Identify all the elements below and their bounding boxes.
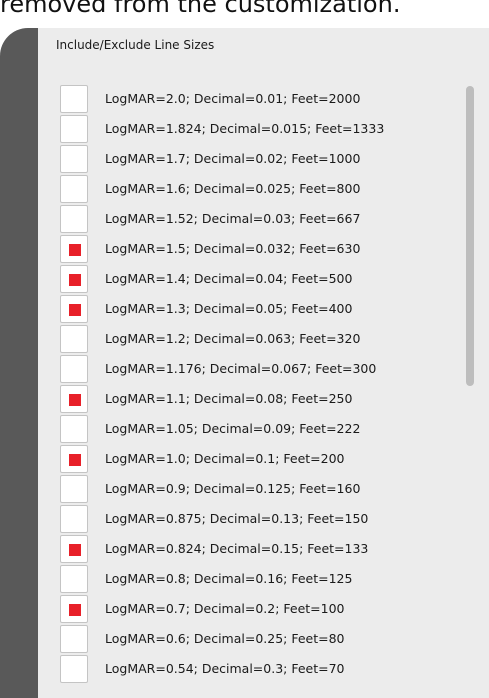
caption-text: removed from the customization.: [0, 0, 401, 18]
line-size-item[interactable]: LogMAR=0.8; Decimal=0.16; Feet=125: [60, 564, 450, 594]
scrollbar-track[interactable]: [466, 86, 476, 696]
checked-mark-icon: [69, 604, 81, 616]
line-size-item[interactable]: LogMAR=1.2; Decimal=0.063; Feet=320: [60, 324, 450, 354]
line-size-item[interactable]: LogMAR=1.05; Decimal=0.09; Feet=222: [60, 414, 450, 444]
line-size-item[interactable]: LogMAR=1.6; Decimal=0.025; Feet=800: [60, 174, 450, 204]
line-size-checkbox[interactable]: [60, 295, 88, 323]
line-size-checkbox[interactable]: [60, 475, 88, 503]
checked-mark-icon: [69, 454, 81, 466]
line-size-label: LogMAR=1.0; Decimal=0.1; Feet=200: [105, 451, 345, 466]
sidebar-bar: [0, 28, 38, 698]
line-size-label: LogMAR=1.4; Decimal=0.04; Feet=500: [105, 271, 353, 286]
line-size-label: LogMAR=1.3; Decimal=0.05; Feet=400: [105, 301, 353, 316]
line-size-item[interactable]: LogMAR=1.52; Decimal=0.03; Feet=667: [60, 204, 450, 234]
line-size-item[interactable]: LogMAR=1.824; Decimal=0.015; Feet=1333: [60, 114, 450, 144]
line-size-item[interactable]: LogMAR=1.1; Decimal=0.08; Feet=250: [60, 384, 450, 414]
line-size-checkbox[interactable]: [60, 655, 88, 683]
line-size-item[interactable]: LogMAR=1.3; Decimal=0.05; Feet=400: [60, 294, 450, 324]
line-size-label: LogMAR=0.6; Decimal=0.25; Feet=80: [105, 631, 345, 646]
line-size-checkbox[interactable]: [60, 355, 88, 383]
checked-mark-icon: [69, 544, 81, 556]
line-size-checkbox[interactable]: [60, 145, 88, 173]
line-size-checkbox[interactable]: [60, 535, 88, 563]
checked-mark-icon: [69, 274, 81, 286]
line-size-label: LogMAR=0.875; Decimal=0.13; Feet=150: [105, 511, 369, 526]
line-size-item[interactable]: LogMAR=1.7; Decimal=0.02; Feet=1000: [60, 144, 450, 174]
checked-mark-icon: [69, 244, 81, 256]
line-size-item[interactable]: LogMAR=0.875; Decimal=0.13; Feet=150: [60, 504, 450, 534]
line-size-item[interactable]: LogMAR=1.5; Decimal=0.032; Feet=630: [60, 234, 450, 264]
line-size-checkbox[interactable]: [60, 415, 88, 443]
line-size-label: LogMAR=2.0; Decimal=0.01; Feet=2000: [105, 91, 361, 106]
line-size-checkbox[interactable]: [60, 265, 88, 293]
line-size-label: LogMAR=1.6; Decimal=0.025; Feet=800: [105, 181, 361, 196]
line-size-label: LogMAR=1.5; Decimal=0.032; Feet=630: [105, 241, 361, 256]
line-size-checkbox[interactable]: [60, 85, 88, 113]
line-size-label: LogMAR=0.54; Decimal=0.3; Feet=70: [105, 661, 345, 676]
line-size-item[interactable]: LogMAR=0.54; Decimal=0.3; Feet=70: [60, 654, 450, 684]
checked-mark-icon: [69, 304, 81, 316]
line-size-label: LogMAR=1.52; Decimal=0.03; Feet=667: [105, 211, 361, 226]
line-size-label: LogMAR=1.2; Decimal=0.063; Feet=320: [105, 331, 361, 346]
line-size-item[interactable]: LogMAR=0.7; Decimal=0.2; Feet=100: [60, 594, 450, 624]
line-size-item[interactable]: LogMAR=2.0; Decimal=0.01; Feet=2000: [60, 84, 450, 114]
line-size-checkbox[interactable]: [60, 325, 88, 353]
checked-mark-icon: [69, 394, 81, 406]
line-size-checkbox[interactable]: [60, 595, 88, 623]
line-size-label: LogMAR=1.176; Decimal=0.067; Feet=300: [105, 361, 377, 376]
line-size-label: LogMAR=1.824; Decimal=0.015; Feet=1333: [105, 121, 385, 136]
line-size-item[interactable]: LogMAR=1.4; Decimal=0.04; Feet=500: [60, 264, 450, 294]
line-size-item[interactable]: LogMAR=0.824; Decimal=0.15; Feet=133: [60, 534, 450, 564]
section-title: Include/Exclude Line Sizes: [56, 38, 215, 52]
line-size-label: LogMAR=0.8; Decimal=0.16; Feet=125: [105, 571, 353, 586]
line-size-checkbox[interactable]: [60, 385, 88, 413]
line-size-label: LogMAR=1.7; Decimal=0.02; Feet=1000: [105, 151, 361, 166]
line-size-checkbox[interactable]: [60, 625, 88, 653]
line-size-item[interactable]: LogMAR=0.6; Decimal=0.25; Feet=80: [60, 624, 450, 654]
line-size-item[interactable]: LogMAR=1.176; Decimal=0.067; Feet=300: [60, 354, 450, 384]
line-size-item[interactable]: LogMAR=0.9; Decimal=0.125; Feet=160: [60, 474, 450, 504]
line-size-label: LogMAR=0.824; Decimal=0.15; Feet=133: [105, 541, 369, 556]
line-size-checkbox[interactable]: [60, 445, 88, 473]
line-size-label: LogMAR=1.05; Decimal=0.09; Feet=222: [105, 421, 361, 436]
line-size-checkbox[interactable]: [60, 205, 88, 233]
line-size-checkbox[interactable]: [60, 115, 88, 143]
line-size-label: LogMAR=0.7; Decimal=0.2; Feet=100: [105, 601, 345, 616]
screen: removed from the customization. Include/…: [0, 0, 489, 698]
line-size-label: LogMAR=0.9; Decimal=0.125; Feet=160: [105, 481, 361, 496]
line-size-checkbox[interactable]: [60, 565, 88, 593]
line-size-checkbox[interactable]: [60, 235, 88, 263]
line-size-checkbox[interactable]: [60, 505, 88, 533]
scrollbar-thumb[interactable]: [466, 86, 474, 386]
line-size-label: LogMAR=1.1; Decimal=0.08; Feet=250: [105, 391, 353, 406]
line-size-item[interactable]: LogMAR=1.0; Decimal=0.1; Feet=200: [60, 444, 450, 474]
line-size-checkbox[interactable]: [60, 175, 88, 203]
